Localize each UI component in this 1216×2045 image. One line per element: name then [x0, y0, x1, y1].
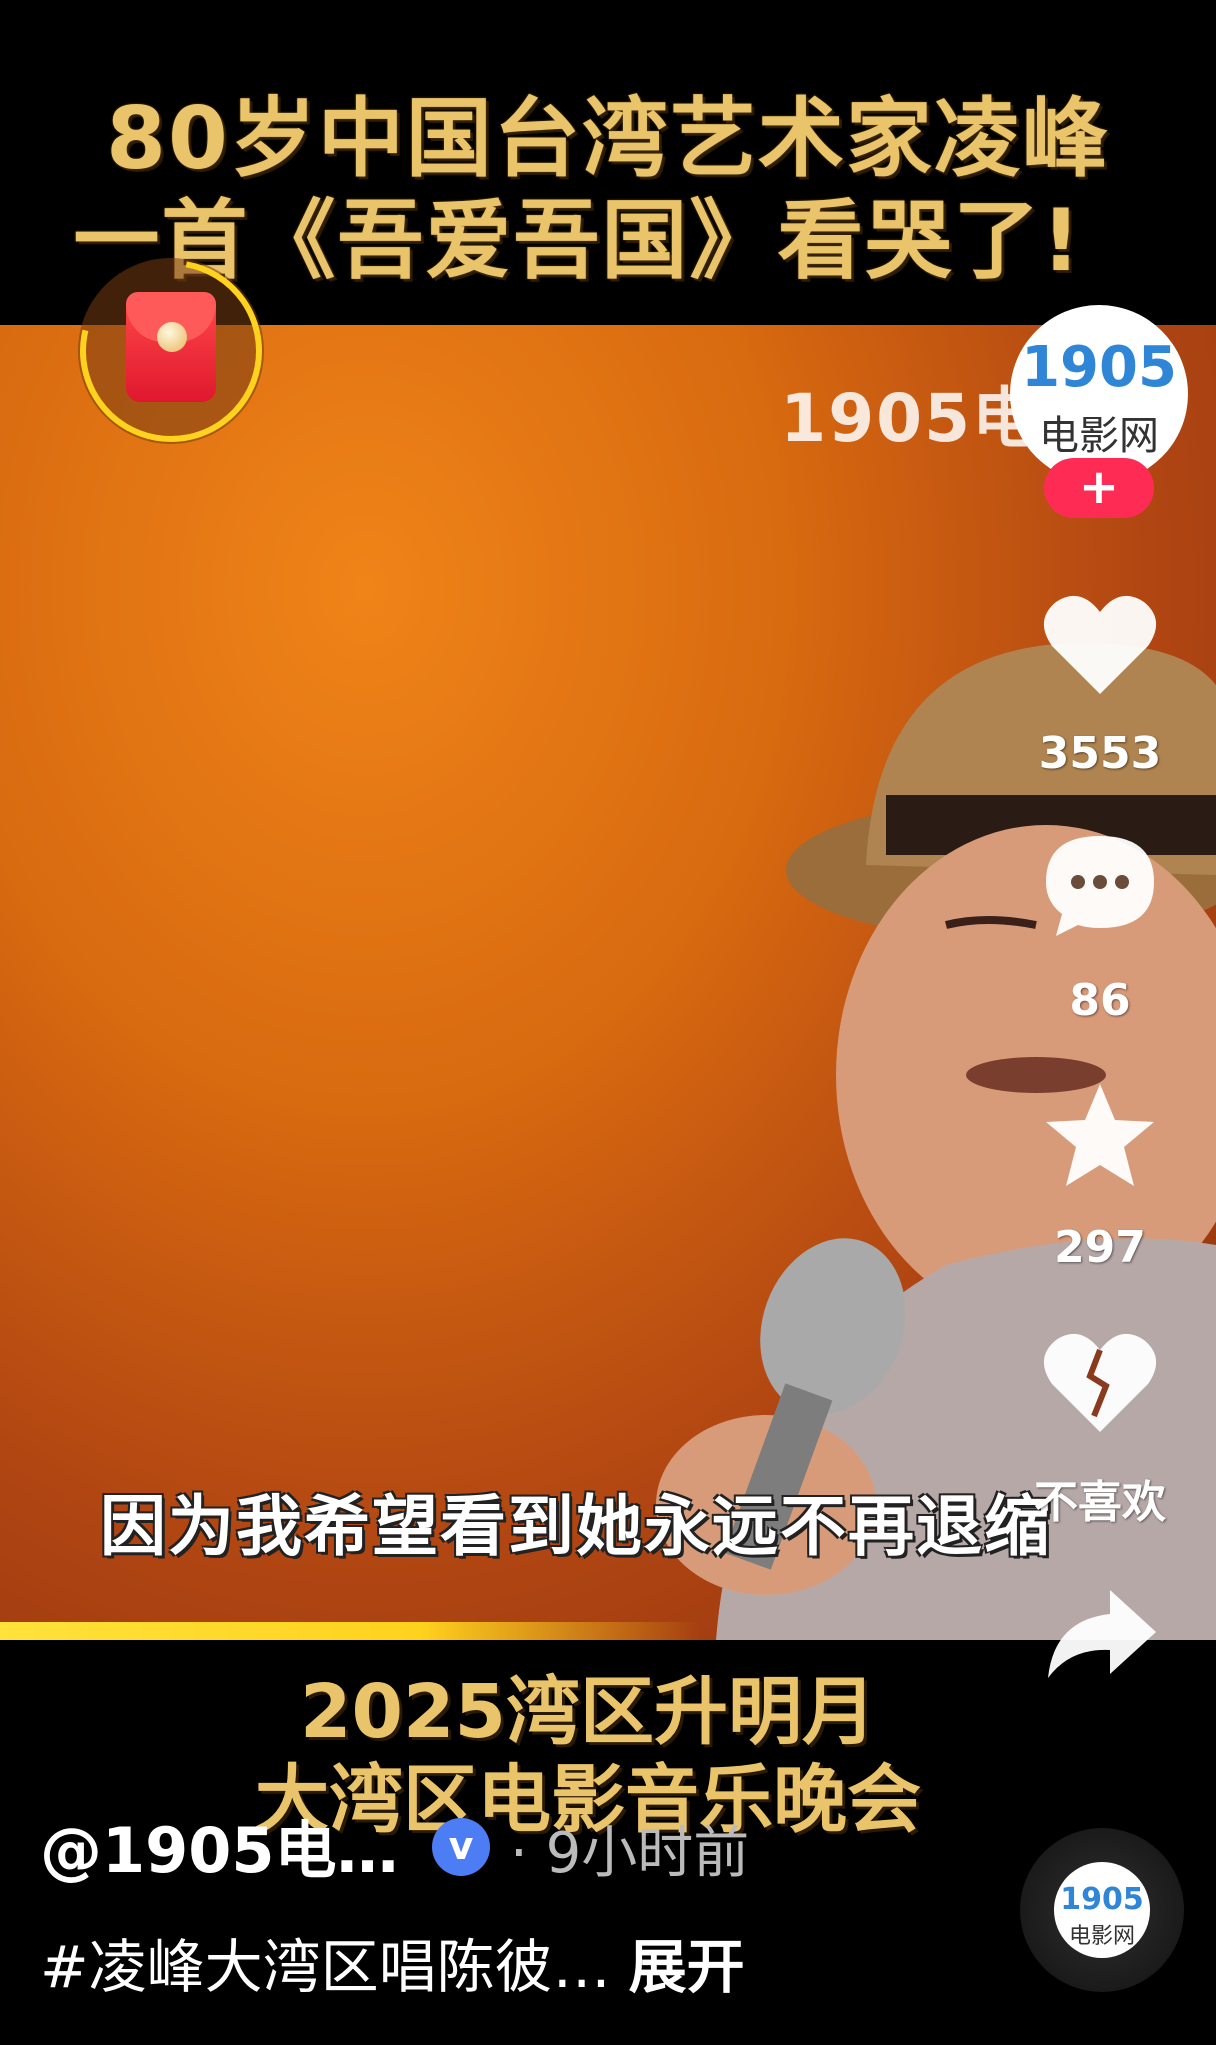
- comment-icon[interactable]: [1040, 830, 1160, 940]
- video-subtitle: 因为我希望看到她永远不再退缩: [100, 1487, 1052, 1565]
- video-feed-screen: 80岁中国台湾艺术家凌峰 一首《吾爱吾国》看哭了! 1905电影网 因为我希望看…: [0, 0, 1216, 2045]
- coin-icon: [157, 322, 187, 352]
- creator-avatar[interactable]: 1905 电影网: [1010, 305, 1188, 483]
- follow-button[interactable]: +: [1044, 458, 1154, 518]
- author-name[interactable]: @1905电…: [40, 1800, 399, 1890]
- music-disc-logo: 1905 电影网: [1054, 1862, 1150, 1958]
- dislike-label: 不喜欢: [1034, 1477, 1166, 1528]
- share-arrow-icon[interactable]: [1040, 1580, 1160, 1690]
- favorite-count: 297: [1054, 1222, 1146, 1273]
- star-icon[interactable]: [1040, 1082, 1160, 1192]
- broken-heart-icon[interactable]: [1040, 1328, 1160, 1438]
- comment-count: 86: [1069, 975, 1131, 1026]
- like-count: 3553: [1038, 728, 1162, 779]
- red-envelope-widget[interactable]: [78, 258, 264, 444]
- avatar-logo-subtext: 电影网: [1039, 413, 1159, 459]
- disc-logo-text: 1905: [1060, 1882, 1144, 1917]
- heart-icon[interactable]: [1040, 590, 1160, 700]
- music-disc[interactable]: 1905 电影网: [1020, 1828, 1184, 1992]
- verified-badge-icon: v: [432, 1818, 490, 1876]
- avatar-logo-text: 1905: [1021, 335, 1177, 400]
- description-text: #凌峰大湾区唱陈彼…: [40, 1933, 611, 2001]
- stage-light-bar: [0, 1622, 700, 1640]
- disc-logo-subtext: 电影网: [1068, 1924, 1135, 1949]
- expand-button[interactable]: 展开: [629, 1933, 745, 2001]
- post-description[interactable]: #凌峰大湾区唱陈彼… 展开: [40, 1920, 745, 2004]
- post-time: · 9小时前: [510, 1821, 750, 1886]
